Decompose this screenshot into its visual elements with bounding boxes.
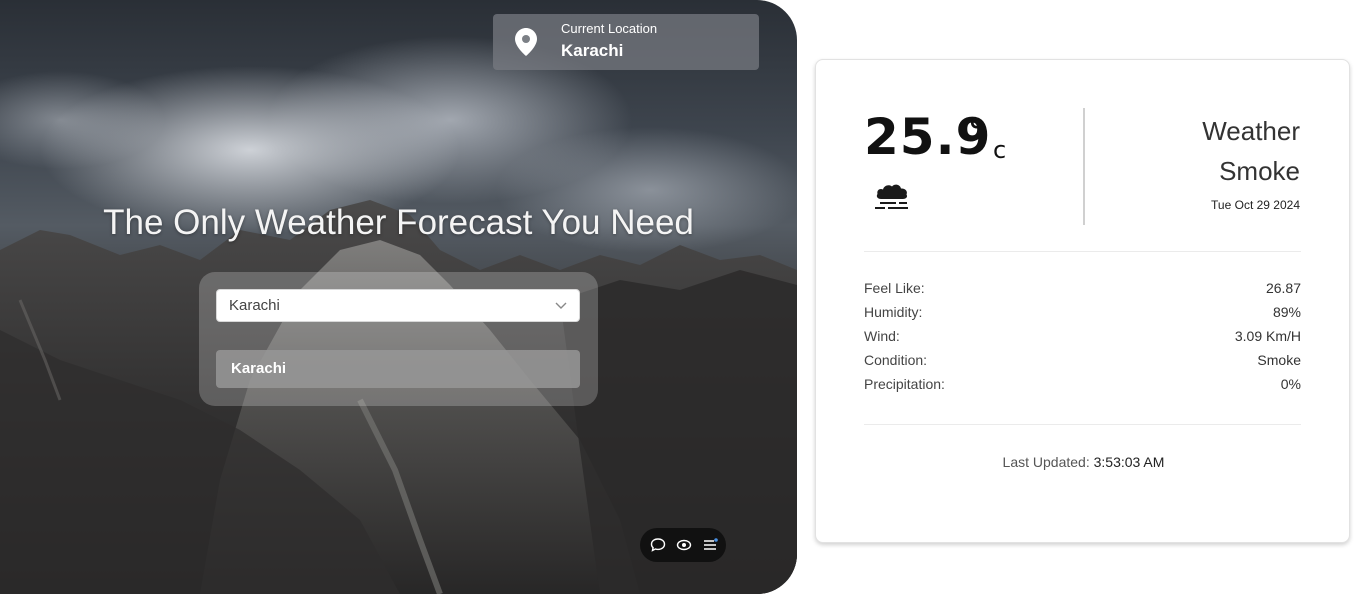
degree-symbol: ° [968,112,985,152]
current-location-label: Current Location [561,21,658,36]
city-option-label: Karachi [231,360,287,377]
last-updated: Last Updated: 3:53:03 AM [816,454,1351,470]
stat-label: Wind: [864,328,900,344]
stat-value: 89% [1272,304,1301,320]
location-pin-icon [515,28,537,56]
stat-label: Feel Like: [864,280,925,296]
stat-value: 3.09 Km/H [1234,328,1301,344]
chevron-down-icon [555,302,567,309]
divider [864,424,1301,425]
cloud-fog-icon [875,184,908,209]
stat-value: Smoke [1257,352,1301,368]
chat-icon[interactable] [650,537,666,553]
weather-title: Weather [1202,116,1300,146]
weather-condition: Smoke [1219,156,1300,186]
last-updated-label: Last Updated: [1002,454,1090,470]
stat-row-feels-like: Feel Like: 26.87 [864,280,1301,300]
current-location-city: Karachi [561,41,624,60]
stat-label: Precipitation: [864,376,945,392]
vertical-divider [1083,108,1085,225]
menu-list-icon[interactable] [702,537,718,553]
stat-value: 26.87 [1265,280,1301,296]
stat-row-condition: Condition: Smoke [864,352,1301,372]
weather-card: 25.9 ° c Weather Smoke Tue Oct 29 2024 F… [815,59,1350,543]
stat-row-wind: Wind: 3.09 Km/H [864,328,1301,348]
last-updated-time: 3:53:03 AM [1093,454,1165,470]
city-select-value: Karachi [229,297,280,314]
city-option[interactable]: Karachi [216,350,580,388]
stat-label: Humidity: [864,304,923,320]
city-search-panel: Karachi Karachi [199,272,598,406]
stat-row-precipitation: Precipitation: 0% [864,376,1301,396]
city-select[interactable]: Karachi [216,289,580,322]
stat-label: Condition: [864,352,928,368]
hero-title: The Only Weather Forecast You Need [103,203,694,242]
stat-value: 0% [1280,376,1301,392]
temperature-unit: c [993,136,1007,164]
current-location-box[interactable]: Current Location Karachi [493,14,759,70]
hero-section: Current Location Karachi The Only Weathe… [0,0,797,594]
weather-date: Tue Oct 29 2024 [1211,198,1300,212]
stat-row-humidity: Humidity: 89% [864,304,1301,324]
divider [864,251,1301,252]
floating-toolbar [640,528,726,562]
eye-icon[interactable] [676,537,692,553]
